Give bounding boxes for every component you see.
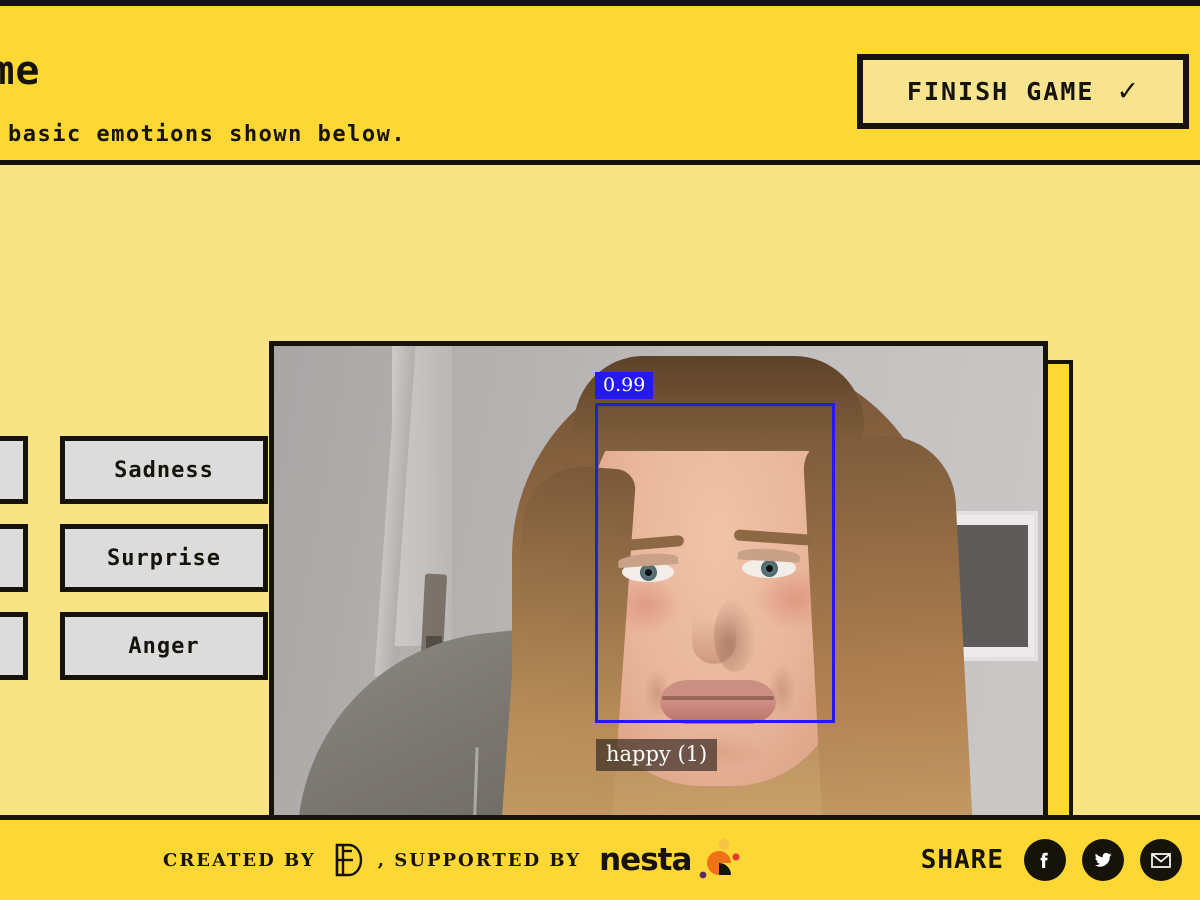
face-detection-box	[595, 403, 835, 723]
instructions-line-4: achine?	[0, 343, 235, 374]
instructions-panel: fake emotions. motion recognition happy,…	[0, 196, 235, 374]
emotion-button-anger[interactable]: Anger	[60, 612, 268, 680]
instructions-line-2: motion recognition	[0, 254, 235, 285]
emotion-button-label: Sadness	[114, 457, 214, 483]
instructions-line-1: fake emotions.	[0, 196, 235, 227]
emotion-button-surprise[interactable]: Surprise	[60, 524, 268, 592]
emotion-button-sadness[interactable]: Sadness	[60, 436, 268, 504]
page-subtitle: the six basic emotions shown below.	[0, 122, 407, 147]
emotion-button-hidden-1[interactable]	[0, 436, 28, 504]
nesta-wordmark: nesta	[599, 842, 692, 878]
page-title: e Game	[0, 48, 41, 94]
app-screen: e Game the six basic emotions shown belo…	[0, 0, 1200, 900]
share-block: SHARE	[921, 820, 1182, 900]
main-content: fake emotions. motion recognition happy,…	[0, 170, 1200, 900]
check-icon: ✓	[1116, 76, 1140, 107]
instructions-line-3: happy, sad and	[0, 285, 235, 316]
emotion-button-hidden-2[interactable]	[0, 524, 28, 592]
webcam-video-frame[interactable]: 0.99 happy (1)	[269, 341, 1048, 887]
emotion-button-hidden-3[interactable]	[0, 612, 28, 680]
detection-confidence: 0.99	[595, 372, 654, 399]
twitter-icon[interactable]	[1082, 839, 1124, 881]
created-by-label: CREATED BY	[163, 849, 316, 871]
emotion-button-label: Surprise	[107, 545, 221, 571]
email-icon[interactable]	[1140, 839, 1182, 881]
webcam-feed: 0.99 happy (1)	[274, 346, 1043, 882]
nesta-logo[interactable]: nesta	[599, 837, 741, 883]
finish-game-button[interactable]: FINISH GAME ✓	[857, 54, 1189, 129]
supported-by-label: , SUPPORTED BY	[377, 849, 582, 871]
share-label: SHARE	[920, 845, 1004, 875]
finish-game-label: FINISH GAME	[906, 77, 1095, 106]
page-header: e Game the six basic emotions shown belo…	[0, 6, 1200, 165]
creator-logo-icon[interactable]	[334, 842, 364, 878]
emotion-button-grid: Sadness Surprise Anger	[0, 436, 268, 680]
emotion-button-label: Anger	[128, 633, 200, 659]
page-footer: CREATED BY , SUPPORTED BY nesta SHARE	[0, 815, 1200, 900]
facebook-icon[interactable]	[1024, 839, 1066, 881]
detection-emotion-label: happy (1)	[596, 739, 718, 771]
nesta-mark-icon	[693, 837, 741, 883]
credits-block: CREATED BY , SUPPORTED BY nesta	[163, 820, 741, 900]
